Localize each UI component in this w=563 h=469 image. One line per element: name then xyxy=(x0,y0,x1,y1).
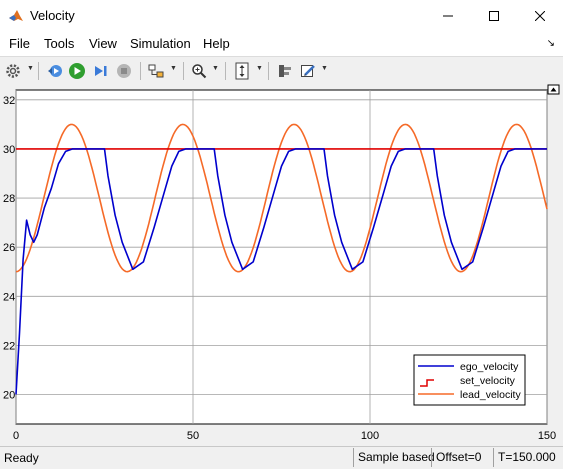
matlab-logo-icon xyxy=(9,10,23,21)
menu-tools[interactable]: Tools xyxy=(44,36,74,51)
y-tick-label: 30 xyxy=(3,144,15,156)
x-tick-label: 50 xyxy=(187,430,199,442)
step-forward-button[interactable] xyxy=(91,61,111,81)
status-sample-mode: Sample based xyxy=(353,448,435,467)
y-tick-label: 28 xyxy=(3,193,15,205)
y-tick-label: 32 xyxy=(3,95,15,107)
legend-label-set: set_velocity xyxy=(460,375,516,387)
close-icon xyxy=(535,11,545,21)
y-tick-label: 20 xyxy=(3,390,15,402)
scope-plot-area: 20 22 24 26 28 30 32 0 50 100 150 ego_velocity set… xyxy=(0,84,563,445)
toolbar-separator xyxy=(140,62,141,80)
y-tick-label: 26 xyxy=(3,242,15,254)
velocity-plot[interactable]: 20 22 24 26 28 30 32 0 50 100 150 ego_velocity set… xyxy=(0,84,563,445)
zoom-button[interactable] xyxy=(189,61,209,81)
toolbar-separator xyxy=(268,62,269,80)
stop-button[interactable] xyxy=(114,61,134,81)
step-back-icon xyxy=(48,65,62,77)
legend-label-ego: ego_velocity xyxy=(460,361,519,373)
settings-icon xyxy=(6,64,20,78)
run-icon xyxy=(69,63,85,79)
maximize-icon xyxy=(489,11,499,21)
x-tick-label: 0 xyxy=(13,430,19,442)
maximize-axes-button[interactable] xyxy=(547,84,560,95)
dock-arrow-icon[interactable]: ↘ xyxy=(547,38,555,49)
legend: ego_velocity set_velocity lead_velocity xyxy=(413,354,526,406)
style-button[interactable] xyxy=(298,61,318,81)
settings-dropdown-icon[interactable]: ▼ xyxy=(27,65,34,72)
toolbar-separator xyxy=(183,62,184,80)
minimize-icon xyxy=(443,15,453,17)
style-dropdown-icon[interactable]: ▼ xyxy=(321,65,328,72)
status-bar: Ready Sample based Offset=0 T=150.000 xyxy=(0,446,563,469)
toolbar: ▼ ▼ ▼ ▼ ▼ xyxy=(0,56,563,86)
y-tick-label: 22 xyxy=(3,340,15,352)
menu-help[interactable]: Help xyxy=(203,36,230,51)
toolbar-separator xyxy=(38,62,39,80)
menu-file[interactable]: File xyxy=(9,36,30,51)
settings-button[interactable] xyxy=(3,61,23,81)
maximize-button[interactable] xyxy=(471,0,517,32)
menu-view[interactable]: View xyxy=(89,36,117,51)
x-tick-label: 150 xyxy=(538,430,556,442)
close-button[interactable] xyxy=(517,0,563,32)
run-button[interactable] xyxy=(67,61,87,81)
menu-simulation[interactable]: Simulation xyxy=(130,36,191,51)
step-forward-icon xyxy=(95,66,107,76)
menu-bar: File Tools View Simulation Help ↘ xyxy=(0,32,563,56)
status-offset: Offset=0 xyxy=(431,448,481,467)
y-tick-label: 24 xyxy=(3,291,15,303)
window-title: Velocity xyxy=(30,8,75,23)
autoscale-dropdown-icon[interactable]: ▼ xyxy=(256,65,263,72)
toolbar-separator xyxy=(225,62,226,80)
title-bar: Velocity xyxy=(0,0,563,32)
minimize-button[interactable] xyxy=(425,0,471,32)
x-tick-label: 100 xyxy=(361,430,379,442)
stop-icon xyxy=(117,64,131,78)
highlight-dropdown-icon[interactable]: ▼ xyxy=(170,65,177,72)
legend-label-lead: lead_velocity xyxy=(460,389,521,401)
zoom-dropdown-icon[interactable]: ▼ xyxy=(212,65,219,72)
autoscale-button[interactable] xyxy=(232,61,252,81)
highlight-block-button[interactable] xyxy=(146,61,166,81)
autoscale-icon xyxy=(235,62,249,80)
style-icon xyxy=(301,65,315,77)
step-back-button[interactable] xyxy=(45,61,65,81)
highlight-block-icon xyxy=(148,64,164,78)
cursor-measure-button[interactable] xyxy=(275,61,295,81)
status-time: T=150.000 xyxy=(493,448,556,467)
status-ready: Ready xyxy=(4,451,39,465)
zoom-icon xyxy=(192,64,207,79)
cursor-measure-icon xyxy=(279,65,291,77)
